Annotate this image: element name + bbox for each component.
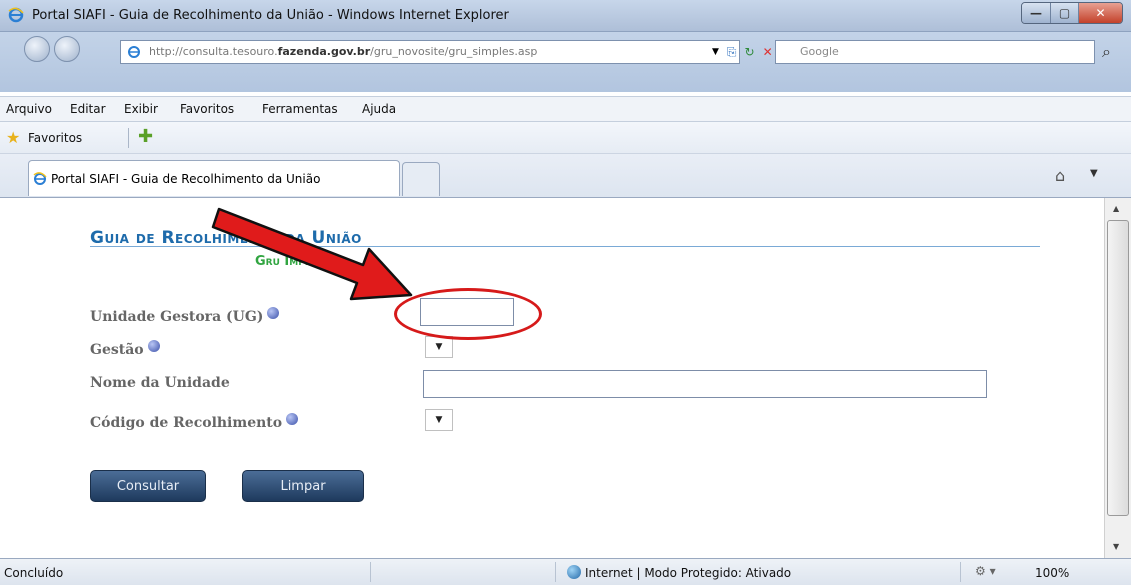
status-separator — [370, 562, 371, 582]
tab-portal-siafi[interactable]: Portal SIAFI - Guia de Recolhimento da U… — [28, 160, 400, 196]
arrow-annotation-icon — [211, 207, 413, 301]
favorites-separator — [128, 128, 129, 148]
navigation-bar: http://consulta.tesouro.fazenda.gov.br/g… — [0, 32, 1131, 92]
refresh-icon[interactable]: ↻ — [745, 45, 755, 59]
tab-bar: Portal SIAFI - Guia de Recolhimento da U… — [0, 154, 1131, 198]
zoom-level[interactable]: 100% — [1035, 566, 1069, 580]
chevron-down-icon[interactable]: ▼ — [1090, 168, 1098, 179]
new-tab-button[interactable] — [402, 162, 440, 196]
status-text: Concluído — [4, 566, 64, 580]
limpar-button[interactable]: Limpar — [242, 470, 364, 502]
ie-logo-icon — [33, 172, 47, 189]
menu-favoritos[interactable]: Favoritos — [180, 102, 234, 116]
url-prefix: http://consulta.tesouro. — [149, 45, 278, 58]
status-bar: Concluído Internet | Modo Protegido: Ati… — [0, 558, 1131, 585]
vertical-scrollbar[interactable]: ▲ ▼ — [1104, 198, 1131, 558]
window-title: Portal SIAFI - Guia de Recolhimento da U… — [32, 8, 509, 23]
security-zone[interactable]: Internet | Modo Protegido: Ativado — [585, 566, 791, 580]
favorites-label[interactable]: Favoritos — [28, 131, 82, 145]
menu-ferramentas[interactable]: Ferramentas — [262, 102, 338, 116]
menu-ajuda[interactable]: Ajuda — [362, 102, 396, 116]
maximize-button[interactable]: ▢ — [1050, 3, 1078, 23]
globe-icon — [567, 565, 581, 579]
address-controls: ▼ ⎘ ↻ ✕ — [712, 40, 773, 64]
back-icon[interactable] — [24, 36, 50, 62]
page-icon — [127, 45, 141, 63]
url-path: /gru_novosite/gru_simples.asp — [370, 45, 538, 58]
menu-bar: Arquivo Editar Exibir Favoritos Ferramen… — [0, 96, 1131, 122]
field-label-gestao: Gestão — [90, 340, 160, 358]
window-title-bar: Portal SIAFI - Guia de Recolhimento da U… — [0, 0, 1131, 32]
field-label-codigo: Código de Recolhimento — [90, 413, 299, 431]
url-domain: fazenda.gov.br — [277, 45, 371, 58]
favorites-bar: ★ Favoritos ✚ — [0, 122, 1131, 154]
menu-exibir[interactable]: Exibir — [124, 102, 158, 116]
search-icon[interactable]: ⌕ — [1102, 42, 1111, 62]
star-icon[interactable]: ★ — [6, 128, 20, 147]
scroll-up-icon[interactable]: ▲ — [1113, 204, 1119, 213]
consultar-button[interactable]: Consultar — [90, 470, 206, 502]
codigo-select[interactable]: ▼ — [425, 409, 453, 431]
help-icon[interactable] — [147, 340, 160, 352]
menu-editar[interactable]: Editar — [70, 102, 106, 116]
tab-label: Portal SIAFI - Guia de Recolhimento da U… — [51, 172, 321, 186]
status-separator — [555, 562, 556, 582]
menu-arquivo[interactable]: Arquivo — [6, 102, 52, 116]
minimize-button[interactable]: — — [1022, 3, 1050, 23]
protected-mode-icon[interactable]: ⚙ ▾ — [975, 564, 996, 578]
address-bar[interactable]: http://consulta.tesouro.fazenda.gov.br/g… — [120, 40, 740, 64]
scroll-thumb[interactable] — [1107, 220, 1129, 516]
search-input[interactable]: Google — [775, 40, 1095, 64]
window-controls: — ▢ ✕ — [1021, 2, 1123, 24]
status-separator — [960, 562, 961, 582]
scroll-down-icon[interactable]: ▼ — [1113, 542, 1119, 551]
search-placeholder: Google — [800, 45, 839, 58]
home-icon[interactable]: ⌂ — [1055, 166, 1065, 185]
ie-logo-icon — [8, 7, 24, 27]
close-button[interactable]: ✕ — [1078, 3, 1122, 23]
stop-icon[interactable]: ✕ — [763, 45, 773, 59]
help-icon[interactable] — [286, 413, 299, 425]
forward-icon[interactable] — [54, 36, 80, 62]
field-label-nome: Nome da Unidade — [90, 375, 230, 391]
highlight-circle — [394, 288, 542, 340]
compat-icon[interactable]: ⎘ — [727, 45, 737, 60]
dropdown-icon[interactable]: ▼ — [712, 47, 719, 57]
add-favorite-icon[interactable]: ✚ — [138, 126, 153, 147]
gestao-select[interactable]: ▼ — [425, 336, 453, 358]
nome-unidade-input[interactable] — [423, 370, 987, 398]
